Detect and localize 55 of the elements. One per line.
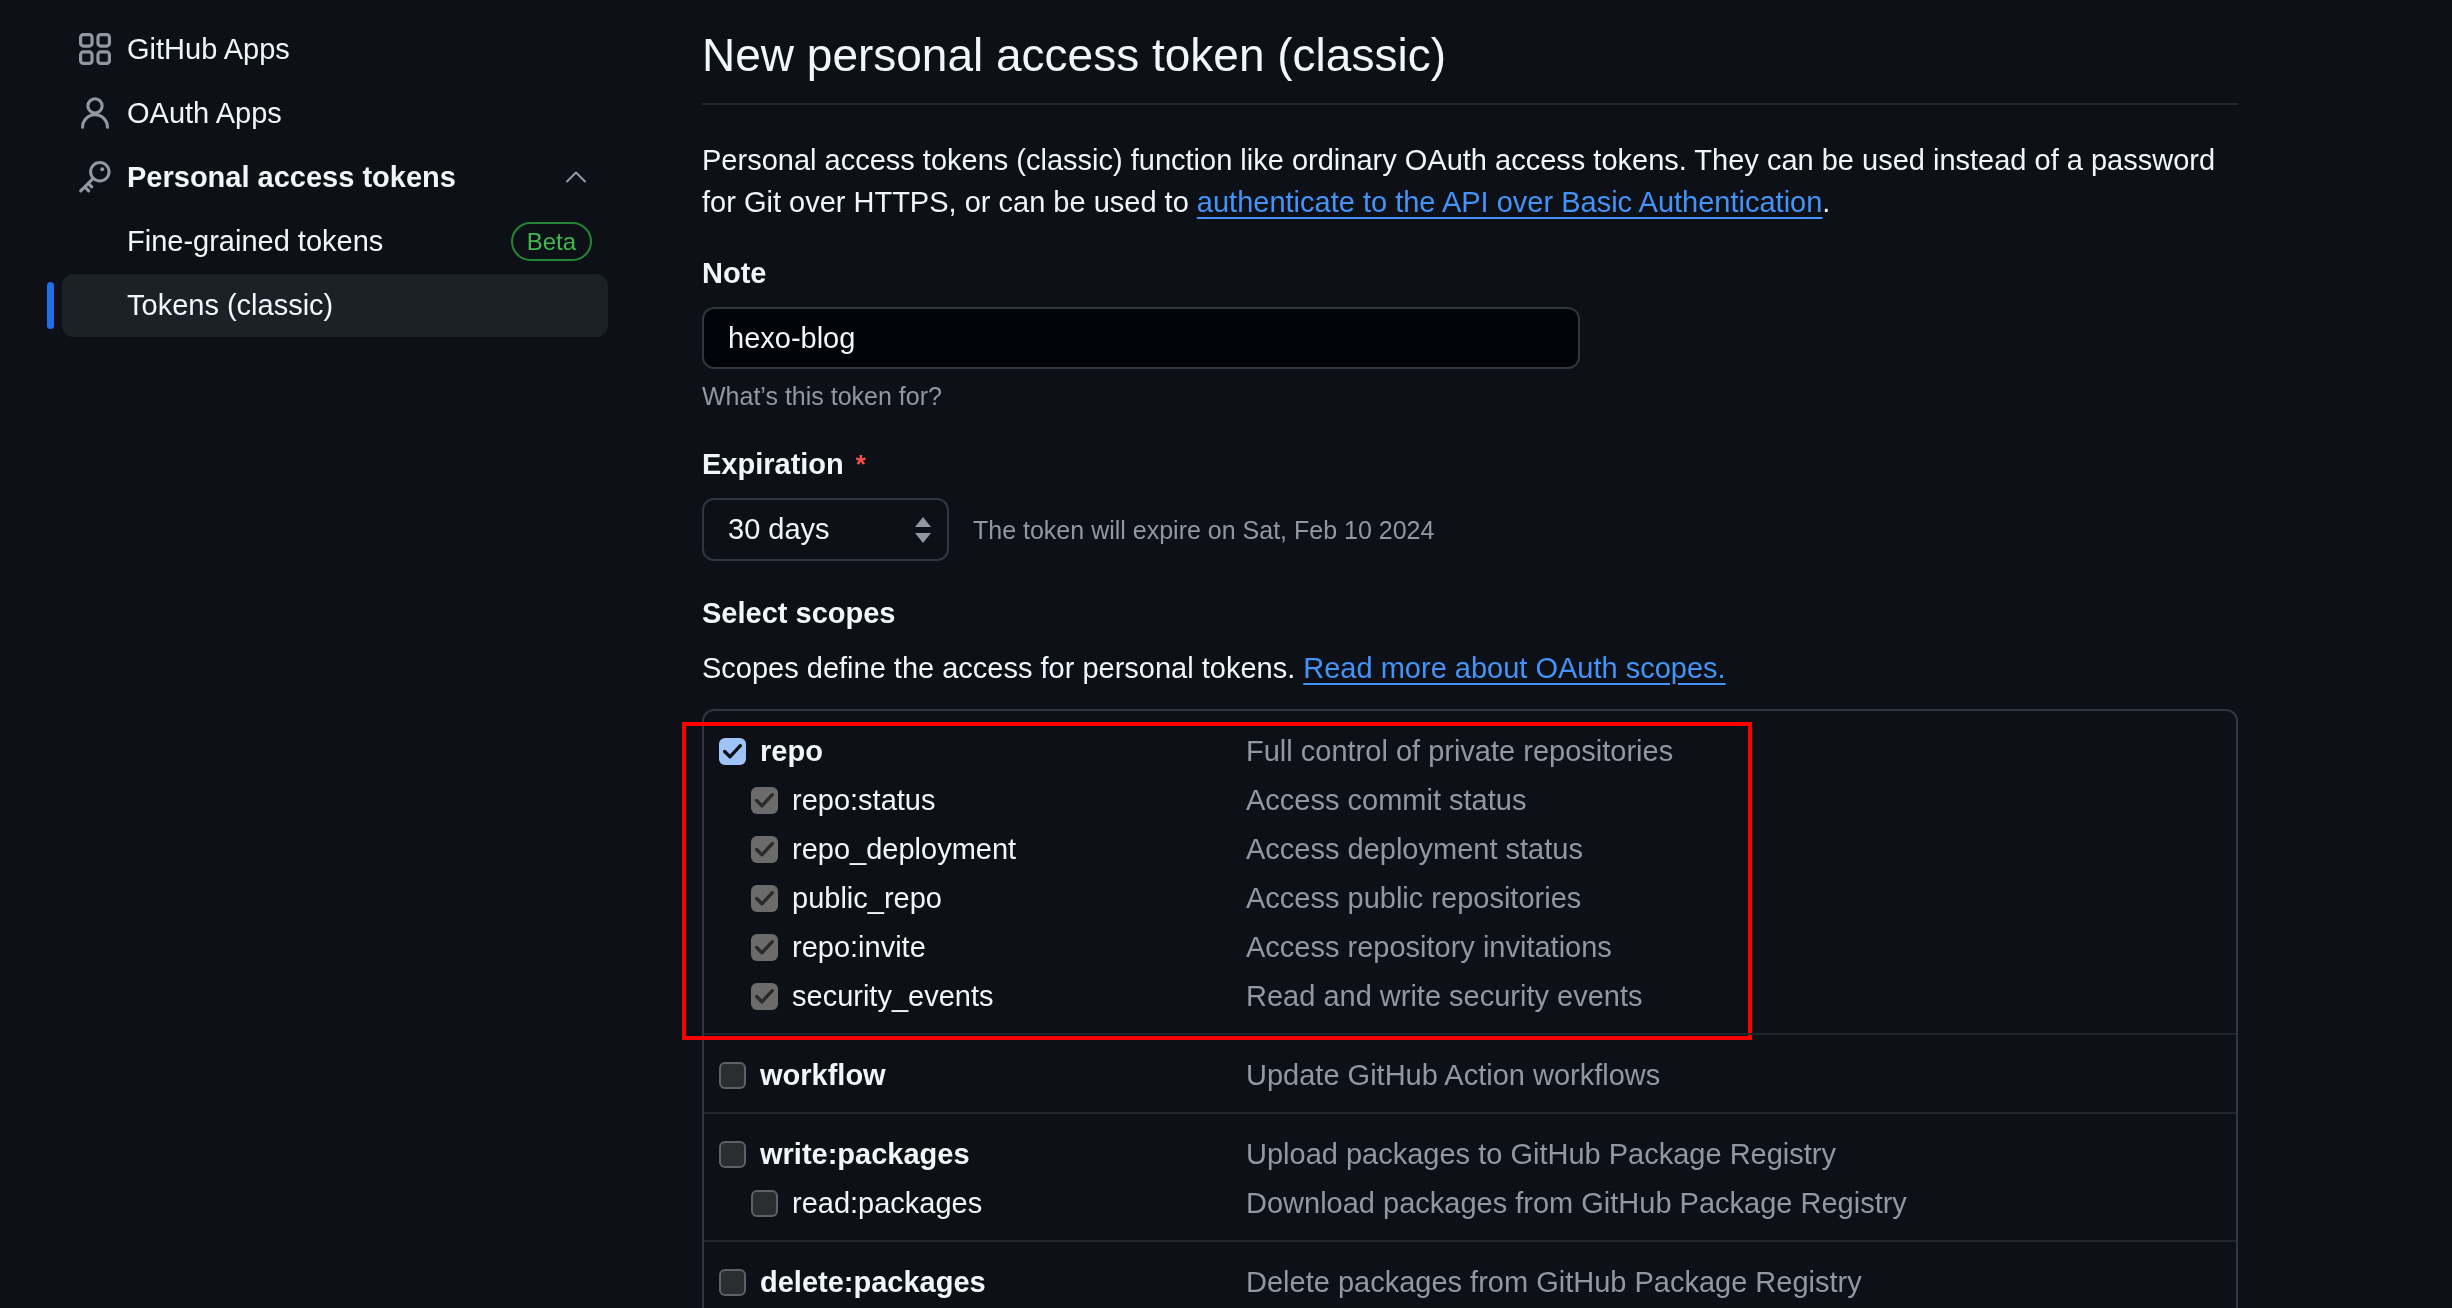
scope-description: Delete packages from GitHub Package Registry [1246, 1266, 1862, 1299]
person-icon [79, 97, 111, 129]
check-icon [755, 891, 774, 906]
field-label: Note [702, 256, 767, 291]
checkbox[interactable] [751, 1190, 778, 1217]
checkbox[interactable] [719, 1269, 746, 1296]
description-text: Personal access tokens (classic) function like ordinary OAuth access tokens. They can be used instead of a password for Git over HTTPS, or can be used to authenticate to the API over Basic Authentication. [702, 143, 2217, 220]
scope-description: Full control of private repositories [1246, 735, 1674, 768]
oauth-scopes-link[interactable]: Read more about OAuth scopes. [1303, 652, 1726, 684]
scope-name: security_events [792, 980, 994, 1013]
up-down-arrows-icon [915, 516, 931, 543]
sidebar-item[interactable]: Personal access tokens [62, 145, 608, 209]
expiration-select[interactable]: 30 days [702, 498, 949, 561]
scope-name: read:packages [792, 1187, 983, 1220]
checkbox[interactable] [719, 1062, 746, 1089]
sidebar-item[interactable]: OAuth Apps [62, 81, 608, 145]
check-icon [755, 940, 774, 955]
key-icon [79, 161, 111, 193]
check-icon [755, 842, 774, 857]
page-title: New personal access token (classic) [702, 25, 2238, 105]
check-icon [755, 793, 774, 808]
sidebar-item[interactable]: Fine-grained tokens Beta [62, 209, 608, 273]
section-title: Select scopes [702, 596, 896, 631]
scope-name: repo [760, 735, 823, 768]
scope-description: Access deployment status [1246, 833, 1583, 866]
check-icon [723, 744, 742, 759]
field-label: Expiration [702, 447, 844, 482]
scope-description: Access repository invitations [1246, 931, 1612, 964]
expiration-help-text: The token will expire on Sat, Feb 10 2024 [973, 514, 1435, 546]
scope-name: public_repo [792, 882, 942, 915]
scope-description: Upload packages to GitHub Package Registry [1246, 1138, 1836, 1171]
check-icon [755, 989, 774, 1004]
scope-description: Download packages from GitHub Package Registry [1246, 1187, 1907, 1220]
help-text: What’s this token for? [702, 382, 942, 410]
scope-description: Access commit status [1246, 784, 1527, 817]
scope-description: Access public repositories [1246, 882, 1582, 915]
note-input[interactable]: hexo-blog [702, 307, 1580, 369]
scope-name: repo:status [792, 784, 936, 817]
scope-name: repo:invite [792, 931, 926, 964]
selection-indicator [47, 281, 54, 329]
beta-badge: Beta [510, 221, 592, 261]
checkbox[interactable] [719, 738, 746, 765]
sidebar-item[interactable]: Tokens (classic) [62, 273, 608, 337]
scope-description: Read and write security events [1246, 980, 1643, 1013]
scope-name: delete:packages [760, 1266, 986, 1299]
required-mark: * [855, 448, 866, 481]
sidebar-item[interactable]: GitHub Apps [62, 17, 608, 81]
scopes-description: Scopes define the access for personal tokens. Read more about OAuth scopes. [702, 651, 1727, 686]
scope-description: Update GitHub Action workflows [1246, 1059, 1661, 1092]
grid-icon [79, 33, 111, 65]
scope-name: repo_deployment [792, 833, 1017, 866]
scope-name: workflow [760, 1059, 886, 1092]
checkbox[interactable] [719, 1141, 746, 1168]
basic-auth-link[interactable]: authenticate to the API over Basic Authentication [1196, 186, 1823, 218]
scope-name: write:packages [760, 1138, 970, 1171]
